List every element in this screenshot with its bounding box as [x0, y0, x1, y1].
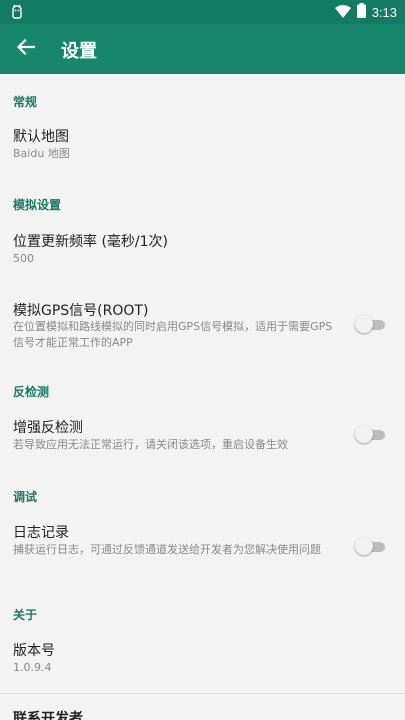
status-bar: 3:13 — [0, 0, 405, 24]
pref-logging-summary: 捕获运行日志，可通过反馈通道发送给开发者为您解决使用问题 — [13, 543, 321, 556]
logging-toggle[interactable] — [355, 537, 385, 555]
pref-version[interactable]: 版本号 1.0.9.4 — [0, 628, 405, 690]
toggle-thumb — [355, 315, 373, 333]
pref-update-frequency-summary: 500 — [13, 252, 34, 265]
enhanced-anti-detection-toggle[interactable] — [355, 425, 385, 443]
page-title: 设置 — [61, 41, 97, 62]
pref-default-map-summary: Baidu 地图 — [13, 147, 70, 160]
toggle-thumb — [355, 425, 373, 443]
battery-icon — [356, 2, 366, 22]
toggle-thumb — [355, 537, 373, 555]
pref-enhanced-anti-detection-summary: 若导致应用无法正常运行，请关闭该选项，重启设备生效 — [13, 438, 288, 451]
section-header-general: 常规 — [13, 95, 38, 109]
pref-gps-signal-title: 模拟GPS信号(ROOT) — [13, 303, 149, 319]
section-header-anti-detection: 反检测 — [13, 385, 50, 399]
app-bar: 设置 — [0, 24, 405, 74]
pref-contact-developer[interactable]: 联系开发者 — [0, 696, 405, 720]
section-header-simulation: 模拟设置 — [13, 198, 62, 212]
pref-version-title: 版本号 — [13, 643, 55, 659]
pref-logging-title: 日志记录 — [13, 525, 69, 541]
status-time: 3:13 — [371, 4, 397, 20]
back-button[interactable] — [8, 31, 44, 67]
gps-signal-toggle[interactable] — [355, 315, 385, 333]
pref-gps-signal-summary: 在位置模拟和路线模拟的同时启用GPS信号模拟，适用于需要GPS信号才能正常工作的… — [13, 320, 333, 349]
wifi-icon — [334, 3, 351, 22]
pref-update-frequency-title: 位置更新频率 (毫秒/1次) — [13, 234, 168, 250]
pref-enhanced-anti-detection[interactable]: 增强反检测 若导致应用无法正常运行，请关闭该选项，重启设备生效 — [0, 404, 405, 470]
pref-update-frequency[interactable]: 位置更新频率 (毫秒/1次) 500 — [0, 219, 405, 279]
divider — [0, 693, 405, 694]
pref-logging[interactable]: 日志记录 捕获运行日志，可通过反馈通道发送给开发者为您解决使用问题 — [0, 510, 405, 582]
pref-gps-signal[interactable]: 模拟GPS信号(ROOT) 在位置模拟和路线模拟的同时启用GPS信号模拟，适用于… — [0, 289, 405, 359]
section-header-debug: 调试 — [13, 490, 38, 504]
pref-version-summary: 1.0.9.4 — [13, 661, 52, 674]
pref-default-map[interactable]: 默认地图 Baidu 地图 — [0, 114, 405, 172]
settings-list: 常规 默认地图 Baidu 地图 模拟设置 位置更新频率 (毫秒/1次) 500… — [0, 74, 405, 720]
pref-default-map-title: 默认地图 — [13, 129, 69, 145]
android-debug-icon — [10, 4, 24, 20]
pref-enhanced-anti-detection-title: 增强反检测 — [13, 420, 83, 436]
arrow-left-icon — [16, 38, 36, 59]
section-header-about: 关于 — [13, 608, 38, 622]
pref-contact-developer-title: 联系开发者 — [13, 711, 83, 720]
